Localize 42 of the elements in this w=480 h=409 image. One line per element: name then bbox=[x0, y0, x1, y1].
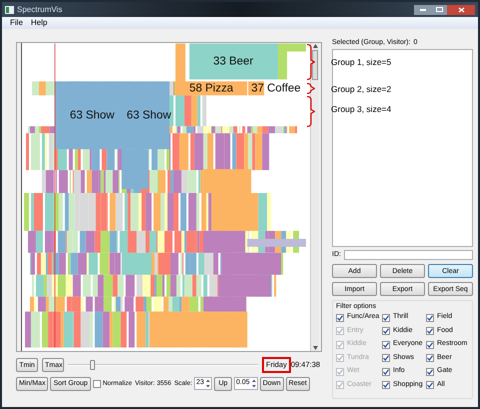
group-label: 58 Pizza bbox=[189, 82, 234, 94]
menu-item[interactable]: File bbox=[10, 17, 23, 29]
close-icon bbox=[458, 6, 464, 12]
maximize-button[interactable] bbox=[431, 4, 447, 14]
checkbox[interactable] bbox=[426, 354, 434, 362]
window-title: SpectrumVis bbox=[17, 4, 62, 16]
scrollbar-thumb[interactable] bbox=[312, 50, 318, 80]
menu-item[interactable]: Help bbox=[30, 17, 48, 29]
checkbox[interactable] bbox=[382, 381, 390, 389]
group-annotation: Group 1, size=5 bbox=[331, 56, 392, 69]
checkbox[interactable] bbox=[336, 314, 344, 322]
scroll-up-arrow-icon[interactable] bbox=[312, 44, 318, 48]
id-input-field[interactable] bbox=[344, 250, 473, 260]
group-label: 33 Beer bbox=[213, 55, 254, 68]
checkbox[interactable] bbox=[426, 327, 434, 335]
group-label: 37 Coffee bbox=[251, 82, 301, 94]
checkbox[interactable] bbox=[382, 368, 390, 376]
app-icon bbox=[5, 6, 14, 14]
checkbox[interactable] bbox=[426, 381, 434, 389]
group-label: 63 Show bbox=[70, 109, 114, 122]
minimize-button[interactable] bbox=[414, 4, 431, 14]
spin-arrows-icon[interactable] bbox=[205, 378, 212, 389]
checkbox[interactable] bbox=[426, 314, 434, 322]
checkbox[interactable] bbox=[92, 380, 101, 388]
spin-arrows-icon[interactable] bbox=[250, 378, 257, 389]
bracket-icon bbox=[307, 44, 315, 80]
checkbox[interactable] bbox=[426, 368, 434, 376]
scrollbar[interactable] bbox=[310, 43, 319, 351]
bracket-icon bbox=[307, 83, 315, 94]
bracket-icon bbox=[307, 96, 315, 127]
checkbox[interactable] bbox=[382, 327, 390, 335]
checkbox[interactable] bbox=[382, 354, 390, 362]
checkbox[interactable] bbox=[426, 340, 434, 348]
time-slider[interactable] bbox=[68, 360, 258, 370]
checkbox[interactable] bbox=[382, 314, 390, 322]
group-annotation: Group 3, size=4 bbox=[331, 103, 392, 116]
scroll-down-arrow-icon[interactable] bbox=[312, 346, 318, 350]
close-button[interactable] bbox=[447, 4, 475, 14]
group-annotation: Group 2, size=2 bbox=[331, 83, 392, 96]
group-label: 63 Show bbox=[126, 109, 172, 122]
checkbox[interactable] bbox=[382, 340, 390, 348]
slider-thumb[interactable] bbox=[90, 360, 96, 370]
